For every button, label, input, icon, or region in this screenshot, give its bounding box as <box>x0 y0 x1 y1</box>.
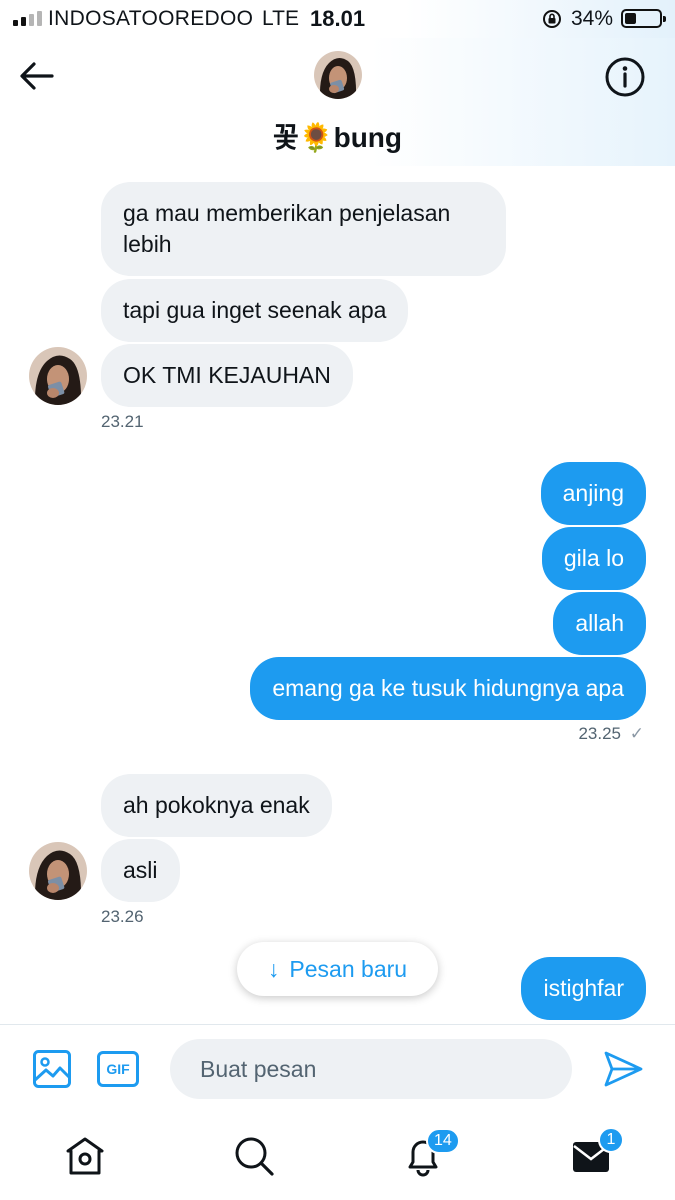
info-icon[interactable] <box>604 56 646 98</box>
message-timestamp: 23.25 ✓ <box>578 724 644 744</box>
message-input[interactable] <box>170 1039 572 1099</box>
message-bubble-sent[interactable]: gila lo <box>541 527 646 590</box>
messages-badge: 1 <box>598 1127 624 1153</box>
status-bar: INDOSATOOREDOO LTE 18.01 34% <box>0 0 675 38</box>
carrier-name: INDOSATOOREDOO <box>48 7 254 30</box>
message-composer: GIF <box>0 1024 675 1112</box>
send-icon[interactable] <box>602 1049 644 1089</box>
conversation-header: 꽃🌻bung <box>0 38 675 166</box>
new-messages-button[interactable]: ↓ Pesan baru <box>237 942 438 996</box>
search-icon[interactable] <box>232 1134 276 1178</box>
image-icon[interactable] <box>32 1049 72 1089</box>
notifications-badge: 14 <box>426 1128 460 1154</box>
contact-avatar[interactable] <box>29 347 87 405</box>
arrow-down-icon: ↓ <box>267 955 280 982</box>
message-bubble-received[interactable]: ga mau memberikan penjelasan lebih <box>101 182 506 276</box>
contact-avatar[interactable] <box>314 51 362 99</box>
back-arrow-icon[interactable] <box>16 58 58 94</box>
status-time: 18.01 <box>310 6 366 31</box>
message-bubble-received[interactable]: ah pokoknya enak <box>101 774 332 837</box>
bottom-navigation: 14 1 <box>0 1112 675 1200</box>
new-messages-label: Pesan baru <box>289 955 408 982</box>
message-bubble-sent[interactable]: anjing <box>540 462 646 525</box>
signal-strength-icon <box>13 10 42 26</box>
battery-icon <box>621 9 666 28</box>
message-bubble-received[interactable]: OK TMI KEJAUHAN <box>101 344 353 407</box>
message-bubble-sent[interactable]: allah <box>553 592 646 655</box>
gif-button[interactable]: GIF <box>97 1051 139 1087</box>
message-thread[interactable]: ga mau memberikan penjelasan lebih tapi … <box>0 166 675 1024</box>
message-bubble-sent[interactable]: emang ga ke tusuk hidungnya apa <box>250 657 646 720</box>
contact-name: 꽃🌻bung <box>272 122 403 153</box>
battery-percent: 34% <box>571 7 614 30</box>
rotation-lock-icon <box>543 10 561 28</box>
message-bubble-sent[interactable]: istighfar <box>521 957 646 1020</box>
message-timestamp: 23.21 <box>101 412 144 431</box>
network-type: LTE <box>262 7 299 30</box>
home-icon[interactable] <box>63 1134 107 1178</box>
contact-avatar[interactable] <box>29 842 87 900</box>
message-bubble-received[interactable]: asli <box>101 839 180 902</box>
sent-check-icon: ✓ <box>629 724 644 743</box>
message-timestamp: 23.26 <box>101 907 144 926</box>
message-bubble-received[interactable]: tapi gua inget seenak apa <box>101 279 409 342</box>
timestamp-text: 23.25 <box>578 724 622 743</box>
